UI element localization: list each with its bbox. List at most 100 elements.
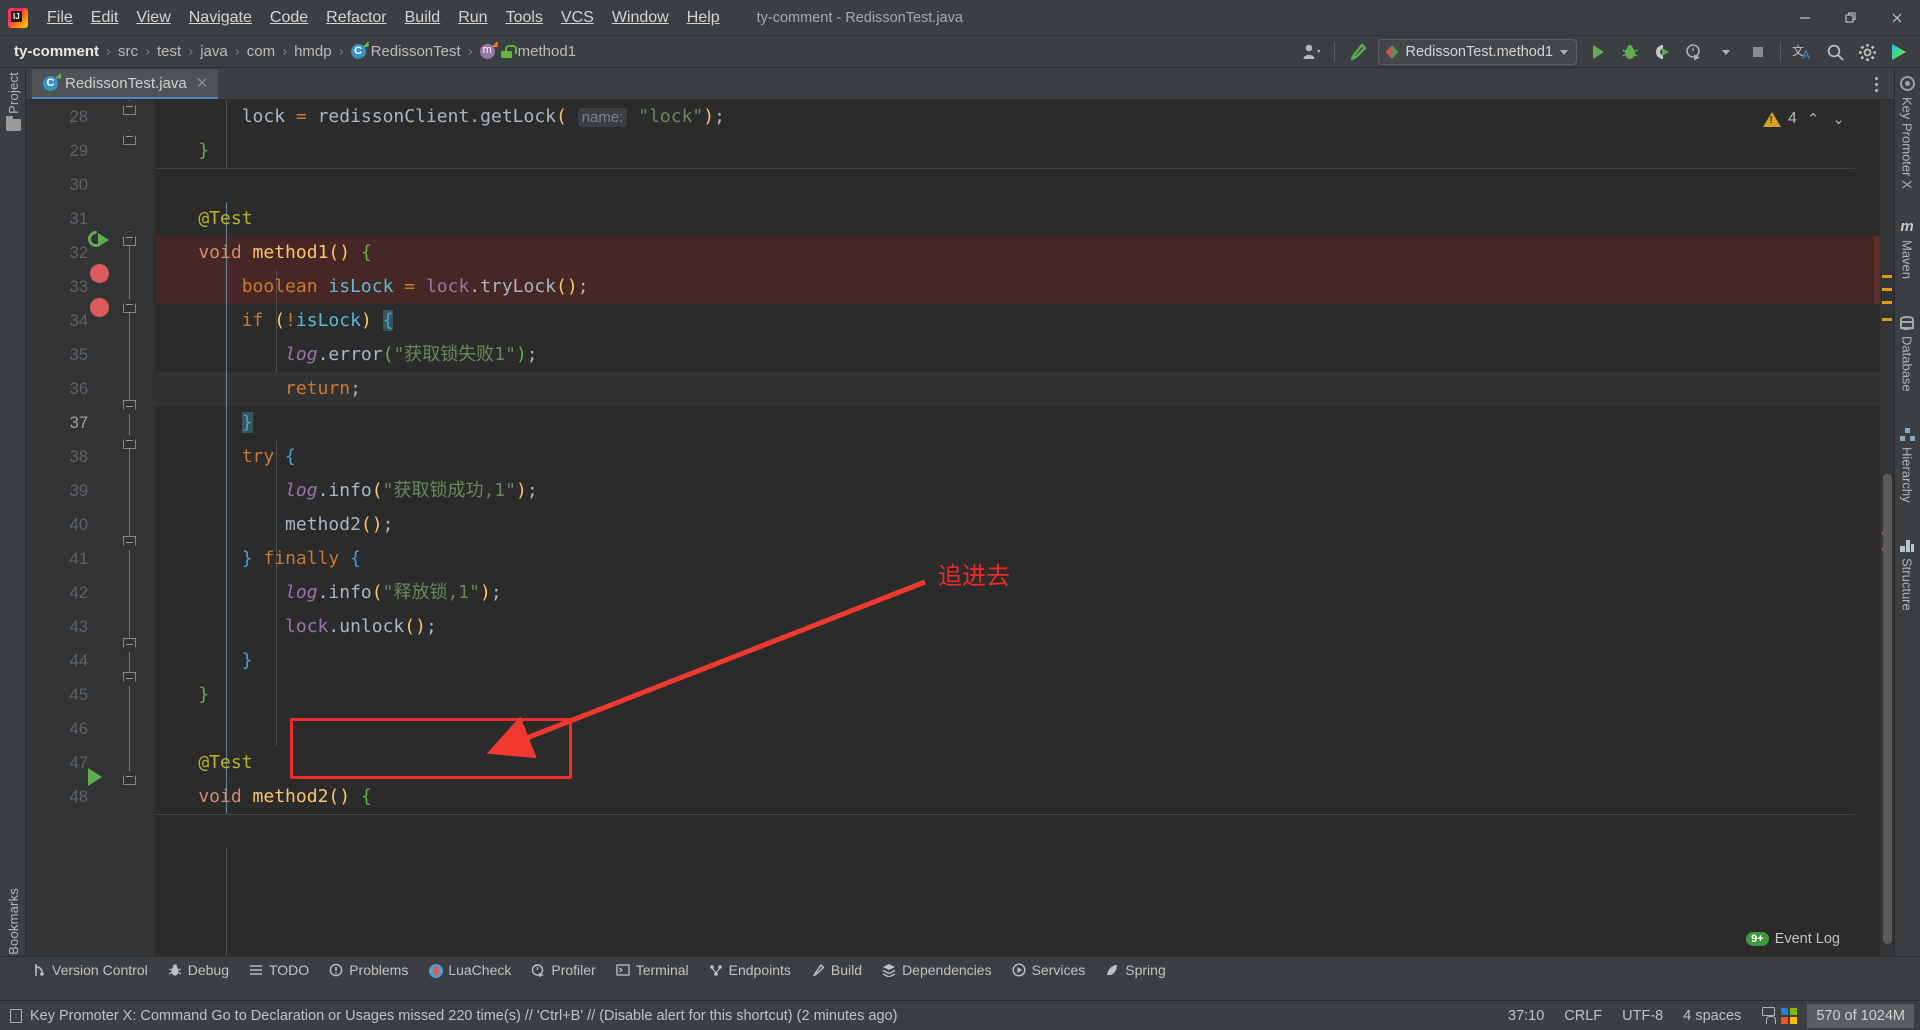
tool-window-problems[interactable]: Problems — [319, 959, 418, 981]
menu-vcs[interactable]: VCS — [552, 4, 603, 32]
warning-marker[interactable] — [1882, 288, 1892, 291]
code-line-36[interactable]: 36 return; — [26, 372, 1894, 406]
windows-defender-status[interactable] — [1771, 1004, 1807, 1028]
next-problem-icon[interactable]: ⌄ — [1829, 110, 1848, 128]
code-line-40[interactable]: 40 method2(); — [26, 508, 1894, 542]
breadcrumb-item-test[interactable]: test — [153, 41, 185, 62]
menu-navigate[interactable]: Navigate — [180, 4, 261, 32]
run-configuration-selector[interactable]: RedissonTest.method1 — [1377, 39, 1577, 65]
code-line-29[interactable]: 29 } — [26, 134, 1894, 168]
debug-button[interactable] — [1615, 39, 1645, 65]
profile-button[interactable] — [1679, 39, 1709, 65]
menu-edit[interactable]: Edit — [82, 4, 128, 32]
translate-button[interactable]: 文 A — [1788, 39, 1818, 65]
inspection-widget[interactable]: 4 ⌃ ⌄ — [1762, 110, 1848, 128]
menu-code[interactable]: Code — [261, 4, 317, 32]
tab-label: RedissonTest.java — [65, 74, 187, 92]
tool-window-spring[interactable]: Spring — [1095, 959, 1175, 981]
tool-window-luacheck[interactable]: LuaCheck — [418, 959, 521, 981]
stop-button[interactable] — [1743, 39, 1773, 65]
menu-view[interactable]: View — [127, 4, 179, 32]
build-project-button[interactable] — [1342, 39, 1372, 65]
warning-marker[interactable] — [1882, 301, 1892, 304]
settings-button[interactable] — [1852, 39, 1882, 65]
sidebar-item-key-promoter-x[interactable]: Key Promoter X — [1894, 76, 1920, 189]
sidebar-item-maven[interactable]: m Maven — [1894, 219, 1920, 279]
memory-indicator[interactable]: 570 of 1024M — [1807, 1003, 1914, 1028]
minimize-button[interactable] — [1782, 0, 1828, 36]
code-line-45[interactable]: 45 } — [26, 678, 1894, 712]
run-button[interactable] — [1583, 39, 1613, 65]
breadcrumb-item-method[interactable]: method1 — [476, 41, 580, 62]
code-line-48[interactable]: 48 void method2() { — [26, 780, 1894, 814]
tool-window-label: LuaCheck — [448, 961, 512, 978]
code-line-39[interactable]: 39 log.info("获取锁成功,1"); — [26, 474, 1894, 508]
code-line-28[interactable]: 28 lock = redissonClient.getLock( name: … — [26, 100, 1894, 134]
vertical-scrollbar[interactable] — [1883, 474, 1892, 944]
tool-window-debug[interactable]: Debug — [158, 959, 239, 981]
ide-updates-button[interactable] — [1884, 39, 1914, 65]
menu-window[interactable]: Window — [603, 4, 678, 32]
code-line-32[interactable]: 32 void method1() { — [26, 236, 1894, 270]
sidebar-item-hierarchy[interactable]: Hierarchy — [1894, 428, 1920, 503]
menu-help[interactable]: Help — [678, 4, 729, 32]
tool-window-dependencies[interactable]: Dependencies — [872, 959, 1002, 981]
code-line-44[interactable]: 44 } — [26, 644, 1894, 678]
previous-problem-icon[interactable]: ⌃ — [1804, 110, 1823, 128]
code-line-34[interactable]: 34 if (!isLock) { — [26, 304, 1894, 338]
warning-marker[interactable] — [1882, 318, 1892, 321]
code-line-37[interactable]: 37 } — [26, 406, 1894, 440]
sidebar-item-database[interactable]: Database — [1894, 316, 1920, 392]
readonly-toggle[interactable] — [1751, 1012, 1771, 1020]
tool-window-build[interactable]: Build — [801, 959, 872, 981]
user-account-button[interactable] — [1297, 39, 1327, 65]
more-run-options-button[interactable] — [1711, 39, 1741, 65]
sidebar-item-project[interactable]: Project — [0, 72, 26, 131]
indent-setting[interactable]: 4 spaces — [1673, 1004, 1751, 1028]
event-log-button[interactable]: 9+ Event Log — [1738, 926, 1848, 952]
code-line-30[interactable]: 30 — [26, 168, 1894, 202]
search-everywhere-button[interactable] — [1820, 39, 1850, 65]
menu-tools[interactable]: Tools — [497, 4, 552, 32]
breadcrumb-item-hmdp[interactable]: hmdp — [290, 41, 336, 62]
breadcrumb-item-project[interactable]: ty-comment — [10, 41, 103, 62]
tool-window-endpoints[interactable]: Endpoints — [699, 959, 801, 981]
code-line-35[interactable]: 35 log.error("获取锁失败1"); — [26, 338, 1894, 372]
menu-run[interactable]: Run — [449, 4, 496, 32]
run-with-coverage-button[interactable] — [1647, 39, 1677, 65]
sidebar-item-structure[interactable]: Structure — [1894, 540, 1920, 611]
code-line-33[interactable]: 33 boolean isLock = lock.tryLock(); — [26, 270, 1894, 304]
file-encoding[interactable]: UTF-8 — [1612, 1004, 1673, 1028]
tool-window-todo[interactable]: TODO — [239, 959, 319, 981]
editor-marker-bar[interactable] — [1880, 100, 1894, 982]
tool-window-version-control[interactable]: Version Control — [22, 959, 158, 981]
breadcrumb-separator: › — [282, 43, 288, 60]
code-line-38[interactable]: 38 try { — [26, 440, 1894, 474]
tool-window-profiler[interactable]: Profiler — [521, 959, 605, 981]
breadcrumb-item-class[interactable]: RedissonTest — [347, 41, 465, 62]
line-separator[interactable]: CRLF — [1554, 1004, 1612, 1028]
status-message-area[interactable]: Key Promoter X: Command Go to Declaratio… — [10, 1008, 897, 1024]
code-line-43[interactable]: 43 lock.unlock(); — [26, 610, 1894, 644]
code-line-31[interactable]: 31 @Test — [26, 202, 1894, 236]
status-bar-right: 37:10 CRLF UTF-8 4 spaces 570 of 1024M — [1498, 1001, 1920, 1030]
maximize-button[interactable] — [1828, 0, 1874, 36]
tab-redissontest-java[interactable]: RedissonTest.java ✕ — [32, 69, 219, 99]
menu-build[interactable]: Build — [396, 4, 450, 32]
caret-position[interactable]: 37:10 — [1498, 1004, 1554, 1028]
code-line-47[interactable]: 47 @Test — [26, 746, 1894, 780]
breadcrumb-item-com[interactable]: com — [243, 41, 279, 62]
tab-close-icon[interactable]: ✕ — [194, 74, 211, 92]
breadcrumb-item-src[interactable]: src — [114, 41, 142, 62]
close-button[interactable] — [1874, 0, 1920, 36]
menu-file[interactable]: File — [38, 4, 82, 32]
editor-options-button[interactable] — [1869, 72, 1884, 97]
tool-window-services[interactable]: Services — [1002, 959, 1096, 981]
menu-refactor[interactable]: Refactor — [317, 4, 395, 32]
warning-marker[interactable] — [1882, 275, 1892, 278]
code-line-46[interactable]: 46 — [26, 712, 1894, 746]
tool-window-terminal[interactable]: Terminal — [606, 959, 699, 981]
code-editor[interactable]: 28 lock = redissonClient.getLock( name: … — [26, 100, 1894, 982]
breadcrumb-label: method1 — [517, 43, 577, 60]
breadcrumb-item-java[interactable]: java — [196, 41, 232, 62]
